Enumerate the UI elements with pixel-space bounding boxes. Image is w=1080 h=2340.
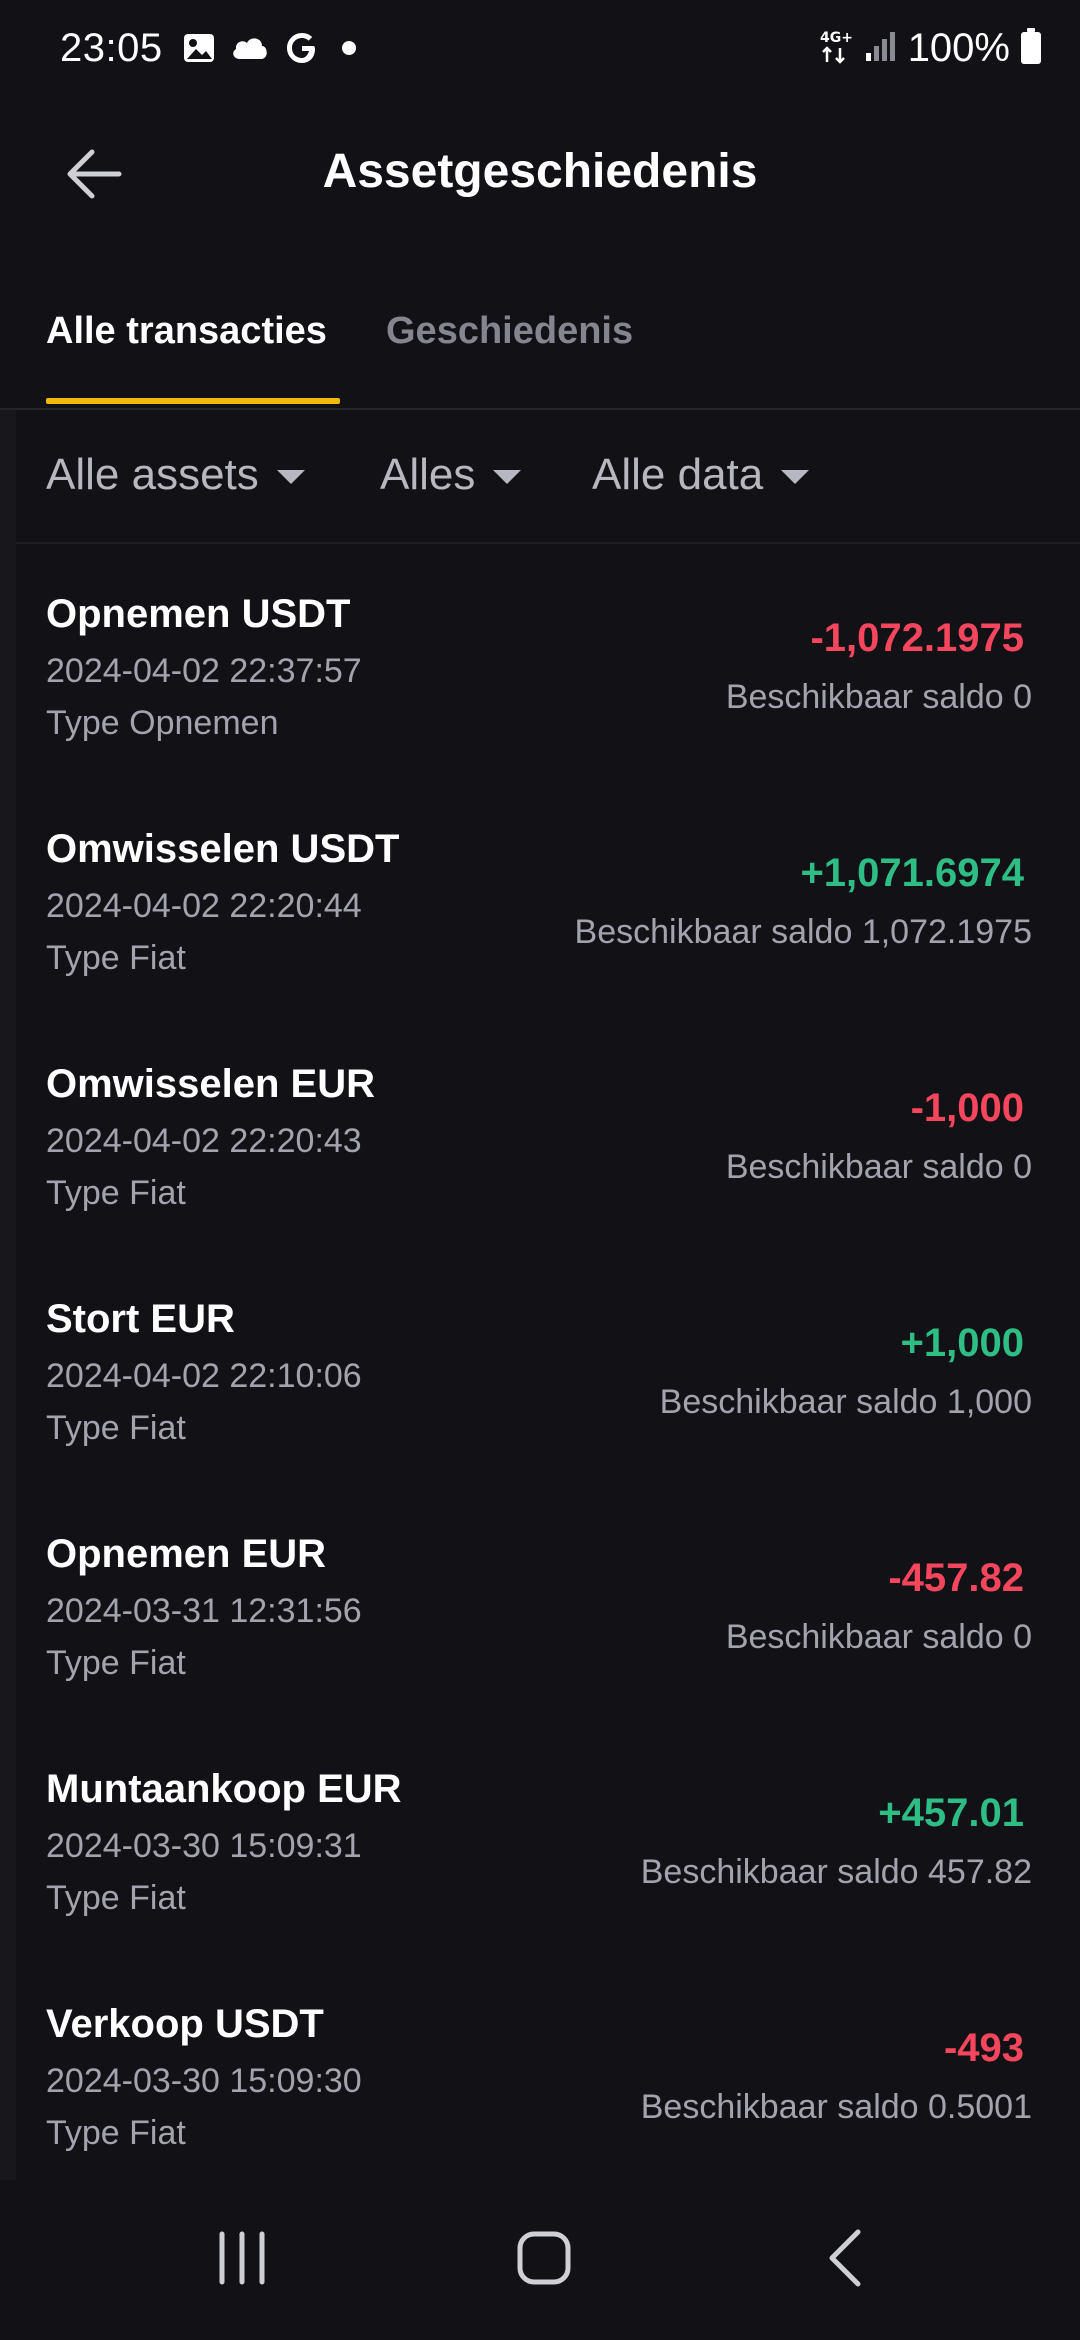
caret-down-icon bbox=[781, 470, 810, 484]
tab-history[interactable]: Geschiedenis bbox=[386, 310, 633, 353]
google-icon bbox=[284, 30, 320, 71]
transaction-type: Type Fiat bbox=[46, 1879, 186, 1917]
network-label: 4G+ bbox=[820, 30, 853, 46]
transaction-balance: Beschikbaar saldo 0 bbox=[725, 678, 1032, 716]
network-4g-icon: 4G+ bbox=[818, 26, 854, 71]
page-title: Assetgeschiedenis bbox=[322, 145, 758, 198]
transaction-balance: Beschikbaar saldo 1,072.1975 bbox=[574, 913, 1032, 951]
transaction-datetime: 2024-04-02 22:37:57 bbox=[46, 652, 362, 690]
transaction-type: Type Fiat bbox=[46, 1644, 186, 1682]
transaction-amount: +457.01 bbox=[878, 1791, 1024, 1835]
transaction-title: Opnemen EUR bbox=[46, 1532, 327, 1576]
transaction-balance: Beschikbaar saldo 0 bbox=[725, 1618, 1032, 1656]
transaction-datetime: 2024-03-30 15:09:30 bbox=[46, 2062, 362, 2100]
transaction-datetime: 2024-04-02 22:20:43 bbox=[46, 1122, 362, 1160]
transaction-amount: -1,000 bbox=[910, 1086, 1024, 1130]
transaction-type: Type Fiat bbox=[46, 939, 186, 977]
transaction-type: Type Fiat bbox=[46, 2114, 186, 2152]
back-chevron-icon bbox=[818, 2228, 878, 2293]
home-icon bbox=[514, 2228, 574, 2293]
tab-all-transactions[interactable]: Alle transacties bbox=[46, 310, 327, 353]
transaction-row[interactable]: Omwisselen USDT 2024-04-02 22:20:44 Type… bbox=[0, 795, 1080, 1030]
transaction-amount: +1,071.6974 bbox=[800, 851, 1024, 895]
app-header: Assetgeschiedenis bbox=[0, 110, 1080, 240]
filter-assets-label: Alle assets bbox=[46, 450, 259, 499]
transaction-title: Muntaankoop EUR bbox=[46, 1767, 402, 1811]
transaction-balance: Beschikbaar saldo 457.82 bbox=[640, 1853, 1032, 1891]
transaction-row[interactable]: Muntaankoop EUR 2024-03-30 15:09:31 Type… bbox=[0, 1735, 1080, 1970]
filter-dates-label: Alle data bbox=[592, 450, 764, 499]
transaction-title: Opnemen USDT bbox=[46, 592, 351, 636]
transaction-title: Stort EUR bbox=[46, 1297, 235, 1341]
transaction-balance: Beschikbaar saldo 1,000 bbox=[659, 1383, 1032, 1421]
filter-assets-dropdown[interactable]: Alle assets bbox=[46, 450, 305, 500]
transaction-row[interactable]: Verkoop USDT 2024-03-30 15:09:30 Type Fi… bbox=[0, 1970, 1080, 2205]
transaction-amount: -493 bbox=[943, 2026, 1024, 2070]
status-system-icons: 4G+ 100% bbox=[818, 26, 1042, 71]
system-navigation-bar bbox=[0, 2180, 1080, 2340]
transaction-datetime: 2024-04-02 22:10:06 bbox=[46, 1357, 362, 1395]
dot-icon bbox=[334, 33, 364, 68]
transaction-row[interactable]: Opnemen EUR 2024-03-31 12:31:56 Type Fia… bbox=[0, 1500, 1080, 1735]
transaction-balance: Beschikbaar saldo 0.5001 bbox=[640, 2088, 1032, 2126]
status-notification-icons bbox=[182, 30, 364, 71]
transaction-title: Omwisselen EUR bbox=[46, 1062, 376, 1106]
filter-bar: Alle assets Alles Alle data bbox=[0, 410, 1080, 544]
cloud-icon bbox=[230, 33, 270, 68]
transaction-type: Type Fiat bbox=[46, 1174, 186, 1212]
transaction-row[interactable]: Opnemen USDT 2024-04-02 22:37:57 Type Op… bbox=[0, 560, 1080, 795]
transaction-type: Type Opnemen bbox=[46, 704, 279, 742]
caret-down-icon bbox=[493, 470, 522, 484]
transaction-amount: -1,072.1975 bbox=[810, 616, 1024, 660]
transaction-datetime: 2024-04-02 22:20:44 bbox=[46, 887, 362, 925]
home-button[interactable] bbox=[494, 2220, 594, 2300]
transaction-title: Omwisselen USDT bbox=[46, 827, 400, 871]
filter-type-label: Alles bbox=[380, 450, 476, 499]
battery-icon bbox=[1020, 27, 1042, 70]
filter-dates-dropdown[interactable]: Alle data bbox=[592, 450, 810, 500]
status-bar: 23:05 4G+ 100% bbox=[0, 0, 1080, 100]
recents-button[interactable] bbox=[192, 2220, 292, 2300]
nav-back-button[interactable] bbox=[798, 2220, 898, 2300]
recents-icon bbox=[212, 2228, 272, 2293]
filter-type-dropdown[interactable]: Alles bbox=[380, 450, 522, 500]
transaction-balance: Beschikbaar saldo 0 bbox=[725, 1148, 1032, 1186]
transaction-list: Opnemen USDT 2024-04-02 22:37:57 Type Op… bbox=[0, 560, 1080, 2205]
signal-icon bbox=[864, 29, 898, 68]
transaction-amount: +1,000 bbox=[900, 1321, 1024, 1365]
transaction-row[interactable]: Omwisselen EUR 2024-04-02 22:20:43 Type … bbox=[0, 1030, 1080, 1265]
transaction-amount: -457.82 bbox=[888, 1556, 1024, 1600]
battery-percentage: 100% bbox=[907, 26, 1010, 70]
transaction-datetime: 2024-03-31 12:31:56 bbox=[46, 1592, 362, 1630]
active-tab-indicator bbox=[46, 398, 340, 404]
status-time: 23:05 bbox=[60, 26, 163, 70]
tab-bar: Alle transacties Geschiedenis bbox=[0, 290, 1080, 410]
transaction-type: Type Fiat bbox=[46, 1409, 186, 1447]
image-icon bbox=[182, 31, 216, 70]
caret-down-icon bbox=[276, 470, 305, 484]
transaction-row[interactable]: Stort EUR 2024-04-02 22:10:06 Type Fiat … bbox=[0, 1265, 1080, 1500]
transaction-datetime: 2024-03-30 15:09:31 bbox=[46, 1827, 362, 1865]
transaction-title: Verkoop USDT bbox=[46, 2002, 324, 2046]
